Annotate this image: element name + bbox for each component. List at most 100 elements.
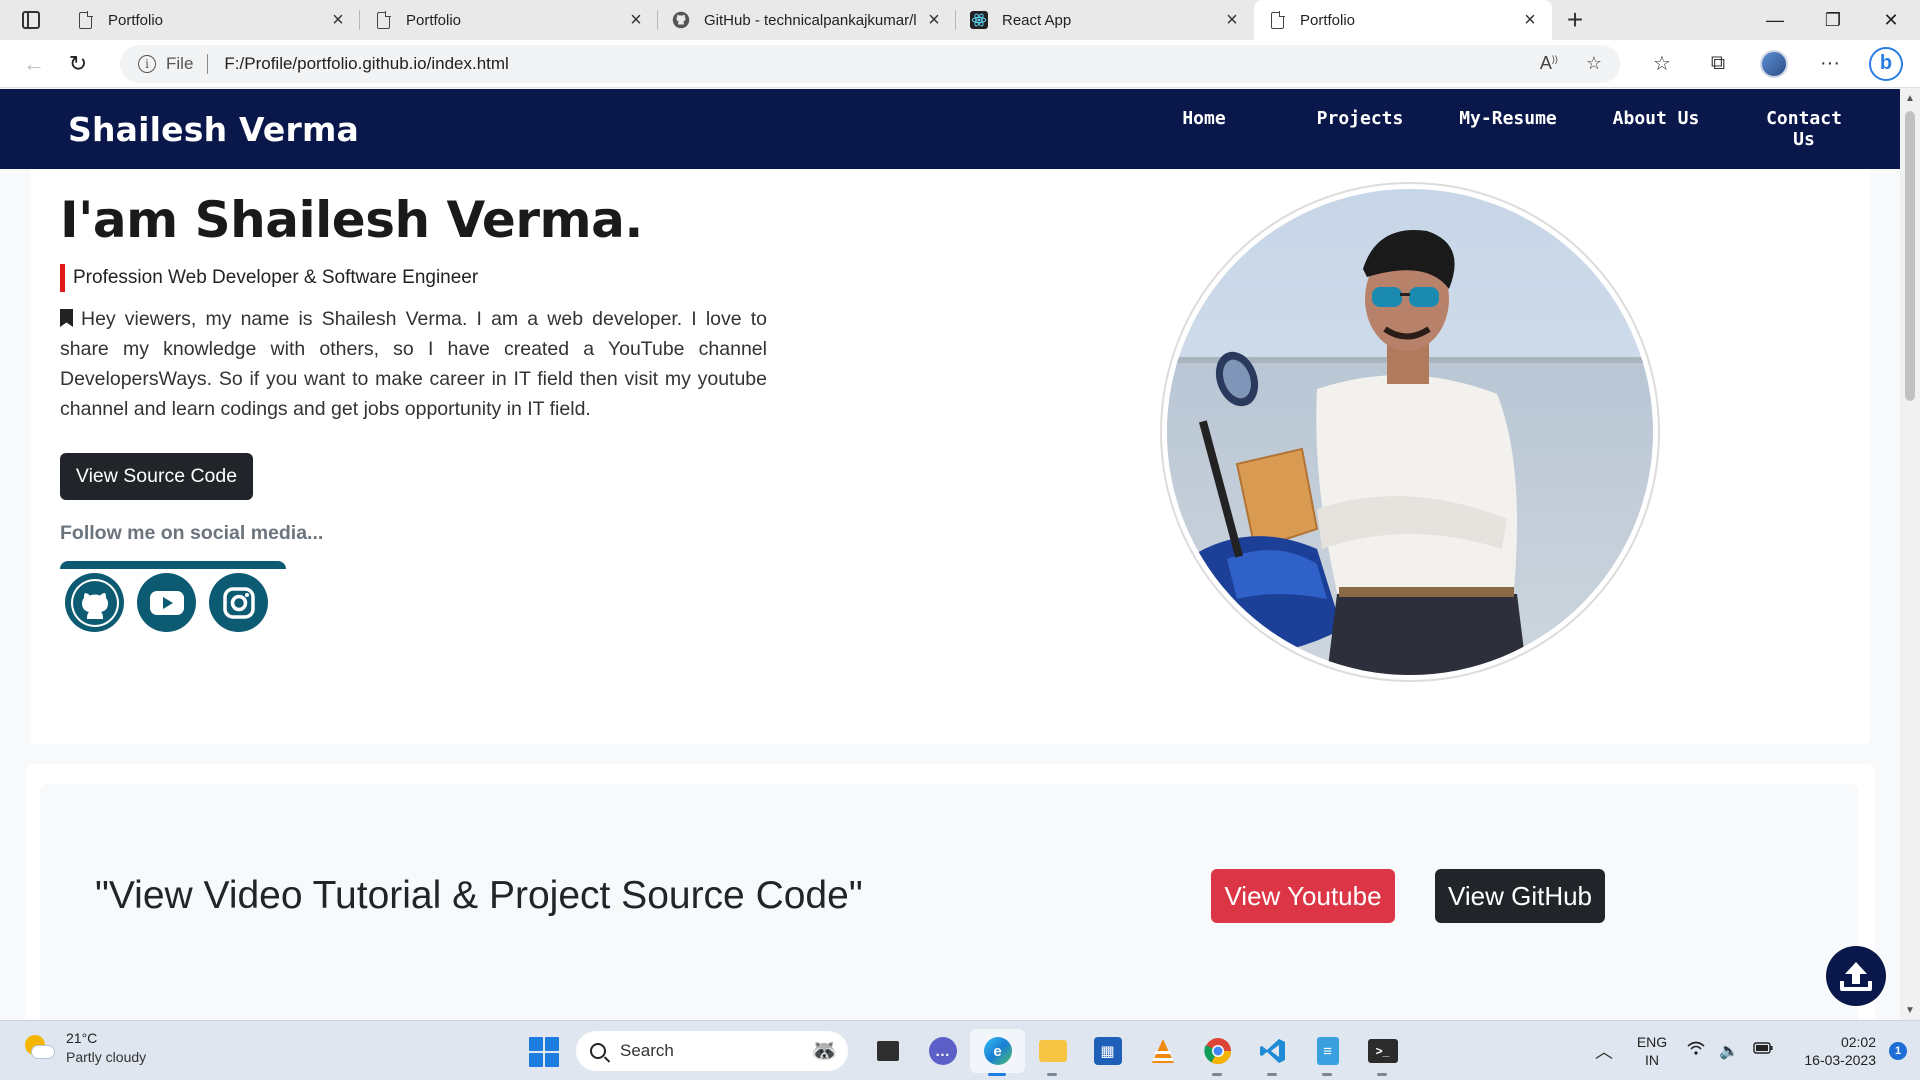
add-favorite-icon[interactable]: ☆ <box>1586 53 1602 74</box>
tab-title: GitHub - technicalpankajkumar/l <box>704 11 917 29</box>
clock-date: 16-03-2023 <box>1804 1052 1876 1068</box>
url-text[interactable]: F:/Profile/portfolio.github.io/index.htm… <box>224 54 1511 74</box>
browser-tab-3[interactable]: GitHub - technicalpankajkumar/l × <box>658 0 956 40</box>
url-bar[interactable]: i File F:/Profile/portfolio.github.io/in… <box>120 44 1620 83</box>
nav-home[interactable]: Home <box>1122 108 1286 150</box>
store-icon[interactable]: ▦ <box>1080 1029 1135 1073</box>
close-icon[interactable]: × <box>924 9 944 32</box>
nav-contact-us[interactable]: Contact Us <box>1730 108 1878 150</box>
browser-tab-5-active[interactable]: Portfolio × <box>1254 0 1552 40</box>
search-label: Search <box>620 1041 674 1060</box>
nav-about-us[interactable]: About Us <box>1582 108 1730 150</box>
view-github-button[interactable]: View GitHub <box>1435 869 1605 923</box>
cta-text: "View Video Tutorial & Project Source Co… <box>95 874 863 917</box>
clock[interactable]: 02:02 16-03-2023 <box>1780 1033 1876 1069</box>
view-youtube-button[interactable]: View Youtube <box>1211 869 1395 923</box>
bing-icon[interactable]: b <box>1858 46 1914 81</box>
folder-icon[interactable] <box>1025 1029 1080 1076</box>
notification-center-button[interactable]: 1 <box>1876 1042 1920 1060</box>
scroll-down-arrow[interactable]: ▼ <box>1905 1005 1915 1016</box>
show-hidden-icons-button[interactable]: ︿ <box>1584 1038 1624 1064</box>
notification-badge: 1 <box>1889 1042 1907 1060</box>
weather-condition: Partly cloudy <box>66 1049 147 1065</box>
bio-text: Hey viewers, my name is Shailesh Verma. … <box>60 308 767 420</box>
volume-icon: 🔈 <box>1719 1043 1739 1060</box>
close-icon[interactable]: × <box>1222 9 1242 32</box>
youtube-icon[interactable] <box>137 573 196 632</box>
file-explorer-icon[interactable] <box>860 1029 915 1073</box>
refresh-button[interactable]: ↻ <box>56 46 100 82</box>
tab-title: Portfolio <box>406 11 462 29</box>
bio-paragraph: Hey viewers, my name is Shailesh Verma. … <box>60 304 767 424</box>
restore-button[interactable]: ❐ <box>1804 0 1862 40</box>
browser-tab-1[interactable]: Portfolio × <box>62 0 360 40</box>
github-icon[interactable] <box>65 573 124 632</box>
browser-tab-2[interactable]: Portfolio × <box>360 0 658 40</box>
quick-settings[interactable]: 🔈 <box>1680 1041 1780 1061</box>
favorites-icon[interactable]: ☆ <box>1634 51 1690 76</box>
page-scrollbar[interactable]: ▲ ▼ <box>1900 89 1920 1020</box>
plus-icon: + <box>1566 4 1584 35</box>
page-icon <box>76 10 94 29</box>
cta-inner: "View Video Tutorial & Project Source Co… <box>40 784 1858 1020</box>
close-icon[interactable]: × <box>1520 9 1540 32</box>
tab-actions-icon <box>22 11 40 29</box>
vlc-icon[interactable] <box>1135 1029 1190 1073</box>
back-button[interactable]: ← <box>12 46 56 82</box>
page-icon <box>374 10 392 29</box>
pinned-apps: … e ▦ ≡ >_ <box>860 1029 1410 1076</box>
read-aloud-icon[interactable]: A)) <box>1540 53 1558 74</box>
terminal-icon[interactable]: >_ <box>1355 1029 1410 1076</box>
tab-title: Portfolio <box>1300 11 1356 29</box>
instagram-icon[interactable] <box>209 573 268 632</box>
wifi-icon <box>1687 1041 1705 1061</box>
weather-temp: 21°C <box>66 1030 98 1046</box>
weather-widget[interactable]: 21°C Partly cloudy <box>22 1029 146 1067</box>
site-brand[interactable]: Shailesh Verma <box>68 110 359 149</box>
site-navbar: Shailesh Verma Home Projects My-Resume A… <box>0 89 1900 169</box>
scroll-up-arrow[interactable]: ▲ <box>1905 93 1915 104</box>
taskbar-search[interactable]: Search 🦝 <box>576 1031 848 1071</box>
search-highlight-icon: 🦝 <box>810 1038 838 1063</box>
partly-cloudy-icon <box>22 1031 56 1065</box>
tab-actions-button[interactable] <box>0 0 62 40</box>
close-icon[interactable]: × <box>328 9 348 32</box>
profile-photo-frame <box>1160 182 1660 682</box>
battery-icon <box>1753 1041 1773 1061</box>
notepad-icon[interactable]: ≡ <box>1300 1029 1355 1076</box>
window-controls: — ❐ ✕ <box>1746 0 1920 40</box>
new-tab-button[interactable]: + <box>1552 0 1598 40</box>
close-window-button[interactable]: ✕ <box>1862 0 1920 40</box>
scrollbar-thumb[interactable] <box>1905 111 1915 401</box>
tab-title: Portfolio <box>108 11 164 29</box>
lang-line1: ENG <box>1636 1034 1668 1050</box>
start-button[interactable] <box>529 1037 559 1067</box>
more-options-icon[interactable]: ··· <box>1802 52 1858 75</box>
page-viewport: Shailesh Verma Home Projects My-Resume A… <box>0 89 1920 1020</box>
edge-icon[interactable]: e <box>970 1029 1025 1076</box>
chat-icon[interactable]: … <box>915 1029 970 1073</box>
nav-projects[interactable]: Projects <box>1286 108 1434 150</box>
info-icon[interactable]: i <box>138 54 156 73</box>
chrome-icon[interactable] <box>1190 1029 1245 1076</box>
windows-taskbar: 21°C Partly cloudy Search 🦝 … e ▦ ≡ >_ ︿… <box>0 1020 1920 1080</box>
minimize-button[interactable]: — <box>1746 0 1804 40</box>
browser-tab-4[interactable]: React App × <box>956 0 1254 40</box>
view-source-code-button[interactable]: View Source Code <box>60 453 253 500</box>
close-icon[interactable]: × <box>626 9 646 32</box>
nav-my-resume[interactable]: My-Resume <box>1434 108 1582 150</box>
hero-section: I'am Shailesh Verma. Profession Web Deve… <box>30 169 1870 744</box>
scroll-to-top-button[interactable] <box>1826 946 1886 1006</box>
collections-icon[interactable]: ⧉ <box>1690 52 1746 75</box>
react-icon <box>970 11 988 29</box>
language-indicator[interactable]: ENG IN <box>1624 1033 1680 1069</box>
nav-links: Home Projects My-Resume About Us Contact… <box>1122 108 1878 150</box>
social-divider <box>60 561 286 569</box>
bookmark-icon <box>60 309 73 327</box>
profession-line: Profession Web Developer & Software Engi… <box>60 264 478 292</box>
profile-avatar[interactable] <box>1746 49 1802 78</box>
system-tray: ︿ ENG IN 🔈 02:02 16-03-2023 1 <box>1584 1021 1920 1080</box>
vscode-icon[interactable] <box>1245 1029 1300 1076</box>
profile-photo <box>1167 189 1653 675</box>
cta-card: "View Video Tutorial & Project Source Co… <box>25 764 1875 1020</box>
